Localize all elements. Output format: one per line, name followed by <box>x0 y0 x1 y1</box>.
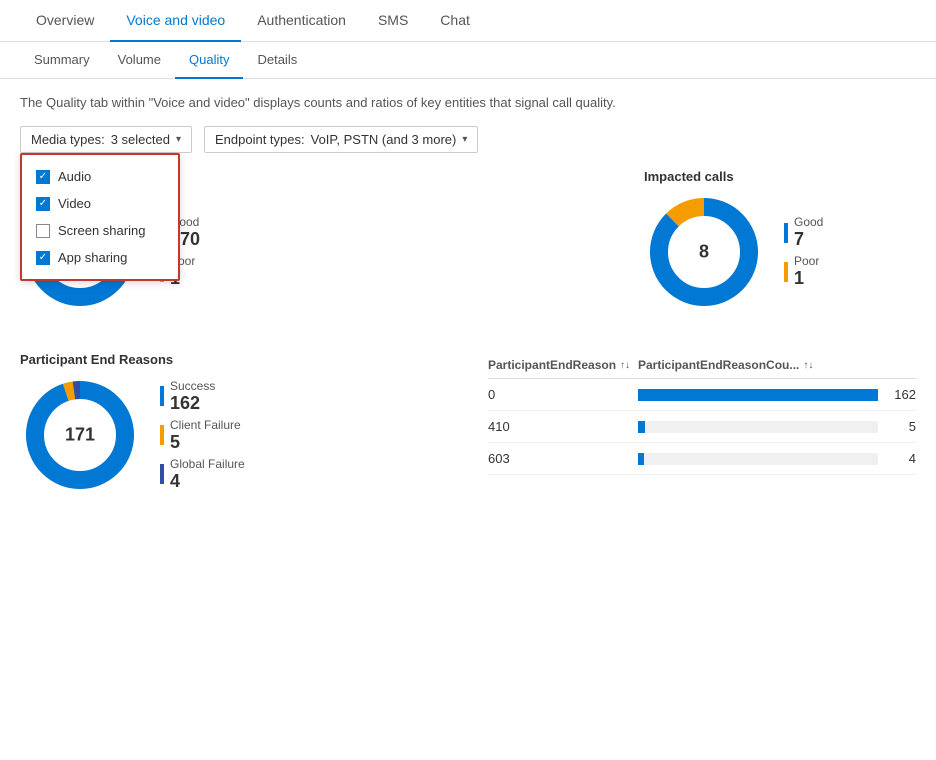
table-header-row: ParticipantEndReason ↑↓ ParticipantEndRe… <box>488 352 916 379</box>
row-0-bar-bg <box>638 389 878 401</box>
participant-end-legend: Success 162 Client Failure 5 <box>160 379 245 492</box>
impacted-calls-title: Impacted calls <box>644 169 916 184</box>
media-types-selected: 3 selected <box>111 132 170 147</box>
participant-end-reasons-chart: 171 Success 162 Client Failure <box>20 375 448 495</box>
participant-end-reasons-title: Participant End Reasons <box>20 352 448 367</box>
impacted-good-value: 7 <box>794 229 823 250</box>
nav-voice-video[interactable]: Voice and video <box>110 0 241 42</box>
row-603-bar-fill <box>638 453 644 465</box>
participant-end-total: 171 <box>65 425 95 446</box>
row-603-count-cell: 4 <box>638 451 916 466</box>
table-row: 0 162 <box>488 379 916 411</box>
row-0-reason: 0 <box>488 387 618 402</box>
media-types-wrapper: Media types: 3 selected ▾ Audio Video Sc… <box>20 126 192 153</box>
participant-end-donut: 171 <box>20 375 140 495</box>
global-failure-bar <box>160 464 164 484</box>
row-0-bar-fill <box>638 389 878 401</box>
row-410-count-cell: 5 <box>638 419 916 434</box>
participant-table-section: ParticipantEndReason ↑↓ ParticipantEndRe… <box>488 352 916 495</box>
row-603-count: 4 <box>886 451 916 466</box>
impacted-calls-section: Impacted calls 8 G <box>644 169 916 312</box>
screen-sharing-label: Screen sharing <box>58 223 145 238</box>
media-types-label: Media types: <box>31 132 105 147</box>
impacted-calls-legend: Good 7 Poor 1 <box>784 215 823 289</box>
table-row: 410 5 <box>488 411 916 443</box>
impacted-calls-donut: 8 <box>644 192 764 312</box>
per-client-failure: Client Failure 5 <box>160 418 245 453</box>
endpoint-types-button[interactable]: Endpoint types: VoIP, PSTN (and 3 more) … <box>204 126 478 153</box>
sub-navigation: Summary Volume Quality Details <box>0 42 936 79</box>
nav-chat[interactable]: Chat <box>424 0 486 42</box>
filters-row: Media types: 3 selected ▾ Audio Video Sc… <box>20 126 916 153</box>
global-failure-value: 4 <box>170 471 245 492</box>
success-bar <box>160 386 164 406</box>
impacted-poor-value: 1 <box>794 268 819 289</box>
bottom-section: Participant End Reasons 171 <box>20 352 916 495</box>
top-navigation: Overview Voice and video Authentication … <box>0 0 936 42</box>
chevron-down-icon: ▾ <box>176 134 181 145</box>
row-410-count: 5 <box>886 419 916 434</box>
header-reason[interactable]: ParticipantEndReason ↑↓ <box>488 358 618 372</box>
row-603-bar-bg <box>638 453 878 465</box>
header-count[interactable]: ParticipantEndReasonCou... ↑↓ <box>638 358 916 372</box>
impacted-poor: Poor 1 <box>784 254 823 289</box>
audio-checkbox[interactable] <box>36 170 50 184</box>
impacted-good-bar <box>784 223 788 243</box>
sort-icon-reason: ↑↓ <box>620 360 630 371</box>
impacted-calls-total: 8 <box>699 242 709 263</box>
video-checkbox[interactable] <box>36 197 50 211</box>
row-603-reason: 603 <box>488 451 618 466</box>
nav-sms[interactable]: SMS <box>362 0 424 42</box>
endpoint-chevron-icon: ▾ <box>462 134 467 145</box>
header-count-label: ParticipantEndReasonCou... <box>638 358 799 372</box>
impacted-calls-chart: 8 Good 7 Poor 1 <box>644 192 916 312</box>
nav-overview[interactable]: Overview <box>20 0 110 42</box>
row-0-count: 162 <box>886 387 916 402</box>
impacted-good: Good 7 <box>784 215 823 250</box>
client-failure-bar <box>160 425 164 445</box>
video-label: Video <box>58 196 91 211</box>
row-0-count-cell: 162 <box>638 387 916 402</box>
per-success: Success 162 <box>160 379 245 414</box>
endpoint-types-selected: VoIP, PSTN (and 3 more) <box>311 132 457 147</box>
subnav-summary[interactable]: Summary <box>20 42 104 79</box>
impacted-poor-label: Poor <box>794 254 819 268</box>
row-410-bar-bg <box>638 421 878 433</box>
participant-end-reasons-section: Participant End Reasons 171 <box>20 352 448 495</box>
app-sharing-checkbox[interactable] <box>36 251 50 265</box>
participant-table: ParticipantEndReason ↑↓ ParticipantEndRe… <box>488 352 916 475</box>
media-option-audio[interactable]: Audio <box>22 163 178 190</box>
screen-sharing-checkbox[interactable] <box>36 224 50 238</box>
subnav-quality[interactable]: Quality <box>175 42 243 79</box>
impacted-good-label: Good <box>794 215 823 229</box>
media-option-app-sharing[interactable]: App sharing <box>22 244 178 271</box>
success-label: Success <box>170 379 215 393</box>
page-description: The Quality tab within "Voice and video"… <box>20 95 916 110</box>
media-option-video[interactable]: Video <box>22 190 178 217</box>
per-global-failure: Global Failure 4 <box>160 457 245 492</box>
subnav-volume[interactable]: Volume <box>104 42 175 79</box>
media-types-dropdown: Audio Video Screen sharing App sharing <box>20 153 180 281</box>
media-types-button[interactable]: Media types: 3 selected ▾ <box>20 126 192 153</box>
sort-icon-count: ↑↓ <box>803 360 813 371</box>
row-410-reason: 410 <box>488 419 618 434</box>
table-row: 603 4 <box>488 443 916 475</box>
app-sharing-label: App sharing <box>58 250 127 265</box>
client-failure-value: 5 <box>170 432 241 453</box>
endpoint-types-label: Endpoint types: <box>215 132 305 147</box>
header-reason-label: ParticipantEndReason <box>488 358 616 372</box>
client-failure-label: Client Failure <box>170 418 241 432</box>
page-content: The Quality tab within "Voice and video"… <box>0 79 936 511</box>
success-value: 162 <box>170 393 215 414</box>
row-410-bar-fill <box>638 421 645 433</box>
nav-authentication[interactable]: Authentication <box>241 0 362 42</box>
audio-label: Audio <box>58 169 91 184</box>
impacted-poor-bar <box>784 262 788 282</box>
global-failure-label: Global Failure <box>170 457 245 471</box>
media-option-screen-sharing[interactable]: Screen sharing <box>22 217 178 244</box>
subnav-details[interactable]: Details <box>243 42 311 79</box>
